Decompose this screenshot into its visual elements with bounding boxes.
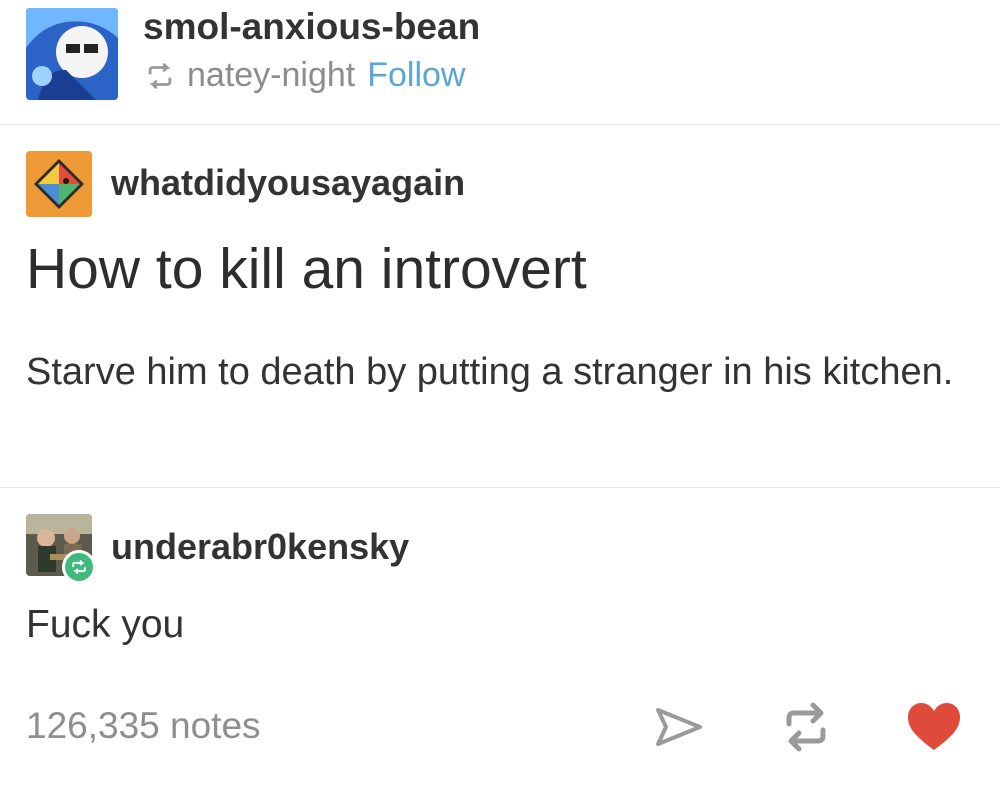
reblog-small-icon [143, 59, 177, 93]
like-button[interactable] [905, 700, 963, 754]
post-divider [0, 487, 1000, 488]
paper-plane-icon [656, 708, 702, 746]
reblog-icon [786, 702, 826, 752]
reblogged-from-name[interactable]: natey-night [187, 56, 355, 95]
reblog-badge-icon [62, 550, 96, 584]
share-button[interactable] [652, 702, 706, 752]
reblog-button[interactable] [777, 700, 835, 754]
reply-body: Fuck you [26, 603, 185, 646]
header-divider [0, 124, 1000, 125]
follow-link[interactable]: Follow [367, 56, 465, 95]
blog-username[interactable]: smol-anxious-bean [143, 6, 480, 48]
blog-avatar[interactable] [26, 8, 118, 100]
reply-author-name[interactable]: underabr0kensky [111, 526, 409, 568]
post-title: How to kill an introvert [26, 237, 587, 301]
post-author-avatar[interactable] [26, 151, 92, 217]
reply-author-avatar[interactable] [26, 514, 96, 584]
blog-avatar-art [26, 8, 118, 100]
d4-dice-icon [26, 151, 92, 217]
notes-count[interactable]: 126,335 notes [26, 705, 261, 747]
heart-icon [908, 703, 960, 750]
post-body: Starve him to death by putting a strange… [26, 351, 954, 393]
post-author-name[interactable]: whatdidyousayagain [111, 162, 465, 204]
reblog-attribution: natey-night Follow [143, 56, 465, 95]
